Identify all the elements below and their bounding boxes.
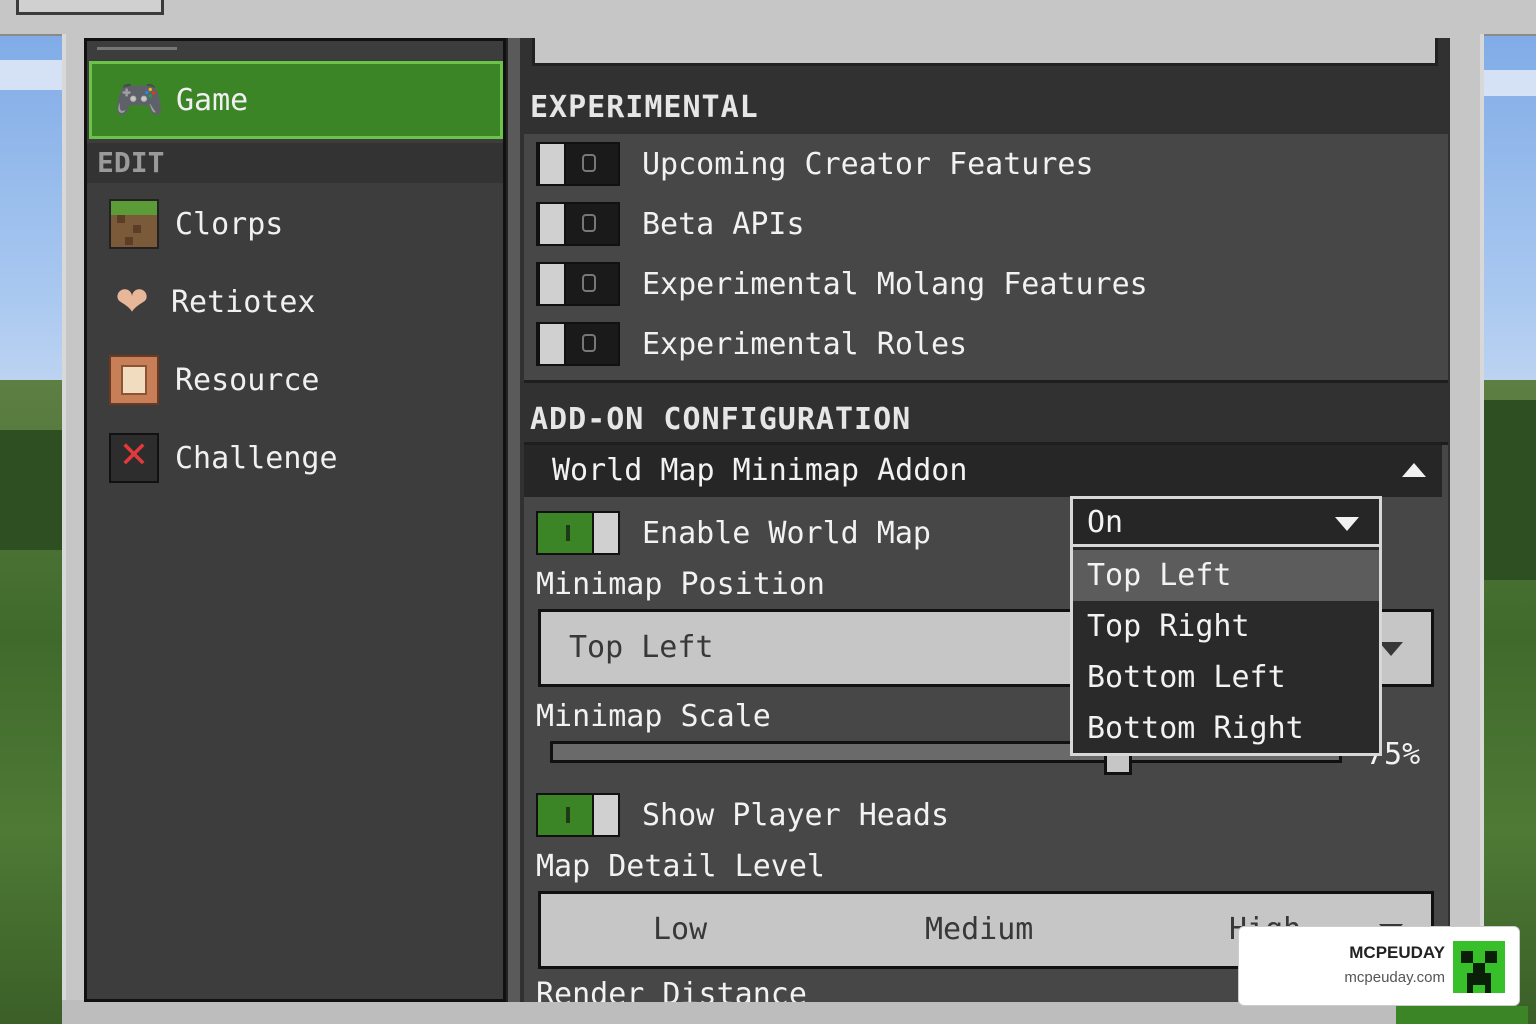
sidebar-item-resource[interactable]: Resource — [87, 343, 503, 417]
watermark-badge: MCPEUDAY mcpeuday.com — [1238, 926, 1520, 1006]
resource-pack-icon — [109, 355, 159, 405]
sidebar-item-label: Clorps — [175, 206, 284, 242]
toggle-off-icon — [582, 274, 596, 292]
minimap-position-dropdown: On Top Left Top Right Bottom Left Bottom… — [1070, 496, 1382, 756]
chevron-down-icon — [1379, 642, 1403, 656]
dropdown-option-top-left[interactable]: Top Left — [1073, 550, 1379, 601]
watermark-url: mcpeuday.com — [1344, 969, 1445, 986]
controller-icon: ❤ — [115, 279, 149, 325]
toggle-off-icon — [582, 214, 596, 232]
render-distance-label: Render Distance — [536, 977, 807, 1002]
sidebar-item-label: Retiotex — [171, 284, 316, 320]
detail-option-low[interactable]: Low — [653, 912, 707, 947]
dropdown-option-bottom-right[interactable]: Bottom Right — [1073, 703, 1379, 754]
creeper-logo-icon — [1453, 941, 1505, 993]
toggle-row-upcoming-creator-features: Upcoming Creator Features — [536, 134, 1094, 194]
toggle-label: Experimental Molang Features — [642, 266, 1148, 302]
dropdown-option-bottom-left[interactable]: Bottom Left — [1073, 652, 1379, 703]
toggle-off-icon — [582, 334, 596, 352]
toggle-row-experimental-molang-features: Experimental Molang Features — [536, 254, 1148, 314]
experimental-header: EXPERIMENTAL — [530, 90, 759, 125]
toggle-knob — [538, 262, 566, 306]
toggle-on-icon — [566, 807, 570, 823]
addon-configuration-header: ADD-ON CONFIGURATION — [530, 402, 912, 437]
addon-accordion-header[interactable]: World Map Minimap Addon — [524, 445, 1442, 497]
previous-setting-box — [532, 38, 1438, 66]
background-tree — [0, 430, 62, 550]
minimap-position-label: Minimap Position — [536, 567, 825, 602]
sidebar-item-clorps[interactable]: Clorps — [87, 187, 503, 261]
sidebar-section-header — [97, 41, 177, 50]
back-button[interactable] — [16, 0, 164, 15]
toggle-switch[interactable] — [536, 142, 620, 186]
grass-block-icon — [109, 199, 159, 249]
challenge-x-icon: ✕ — [109, 433, 159, 483]
experimental-toggles-panel: Upcoming Creator Features Beta APIs Expe… — [524, 134, 1448, 383]
toggle-switch[interactable] — [536, 511, 620, 555]
toggle-on-icon — [566, 525, 570, 541]
toggle-row-beta-apis: Beta APIs — [536, 194, 805, 254]
background-cloud — [1476, 70, 1536, 96]
minimap-position-value: Top Left — [569, 630, 714, 665]
toggle-knob — [538, 202, 566, 246]
dropdown-current-label: On — [1087, 505, 1124, 540]
toggle-row-experimental-roles: Experimental Roles — [536, 314, 967, 374]
sidebar-item-label: Game — [176, 82, 249, 118]
detail-option-medium[interactable]: Medium — [925, 912, 1033, 947]
sidebar-item-label: Challenge — [175, 440, 338, 476]
toggle-switch[interactable] — [536, 262, 620, 306]
sidebar-item-retiotex[interactable]: ❤ Retiotex — [87, 265, 503, 339]
map-detail-level-label: Map Detail Level — [536, 849, 825, 884]
watermark-brand: MCPEUDAY — [1349, 943, 1445, 962]
sidebar-edit-header: EDIT — [87, 143, 503, 183]
toggle-label: Experimental Roles — [642, 326, 968, 362]
toggle-row-show-player-heads: Show Player Heads — [536, 785, 949, 845]
toggle-switch[interactable] — [536, 793, 620, 837]
background-cloud — [0, 60, 62, 90]
toggle-knob — [538, 142, 566, 186]
settings-sidebar: 🎮 Game EDIT Clorps ❤ Retiotex Resource ✕… — [84, 38, 506, 1002]
toggle-switch[interactable] — [536, 202, 620, 246]
toggle-knob — [592, 793, 620, 837]
addon-name: World Map Minimap Addon — [552, 453, 968, 488]
toggle-knob — [592, 511, 620, 555]
toggle-label: Enable World Map — [642, 515, 931, 551]
toggle-off-icon — [582, 154, 596, 172]
sidebar-item-label: Resource — [175, 362, 320, 398]
toggle-label: Upcoming Creator Features — [642, 146, 1094, 182]
green-button-edge[interactable] — [1396, 1006, 1528, 1024]
toggle-label: Show Player Heads — [642, 797, 950, 833]
sidebar-item-challenge[interactable]: ✕ Challenge — [87, 421, 503, 495]
chevron-up-icon — [1402, 463, 1426, 477]
toggle-label: Beta APIs — [642, 206, 805, 242]
minimap-scale-label: Minimap Scale — [536, 699, 771, 734]
background-tree — [1476, 400, 1536, 580]
top-bar — [0, 0, 1536, 36]
chevron-down-icon — [1335, 517, 1359, 531]
toggle-knob — [538, 322, 566, 366]
sidebar-item-game[interactable]: 🎮 Game — [89, 61, 503, 139]
gamepad-icon: 🎮 — [114, 77, 164, 123]
toggle-switch[interactable] — [536, 322, 620, 366]
dropdown-current-value[interactable]: On — [1073, 499, 1379, 547]
dropdown-option-top-right[interactable]: Top Right — [1073, 601, 1379, 652]
toggle-row-enable-world-map: Enable World Map — [536, 503, 931, 563]
